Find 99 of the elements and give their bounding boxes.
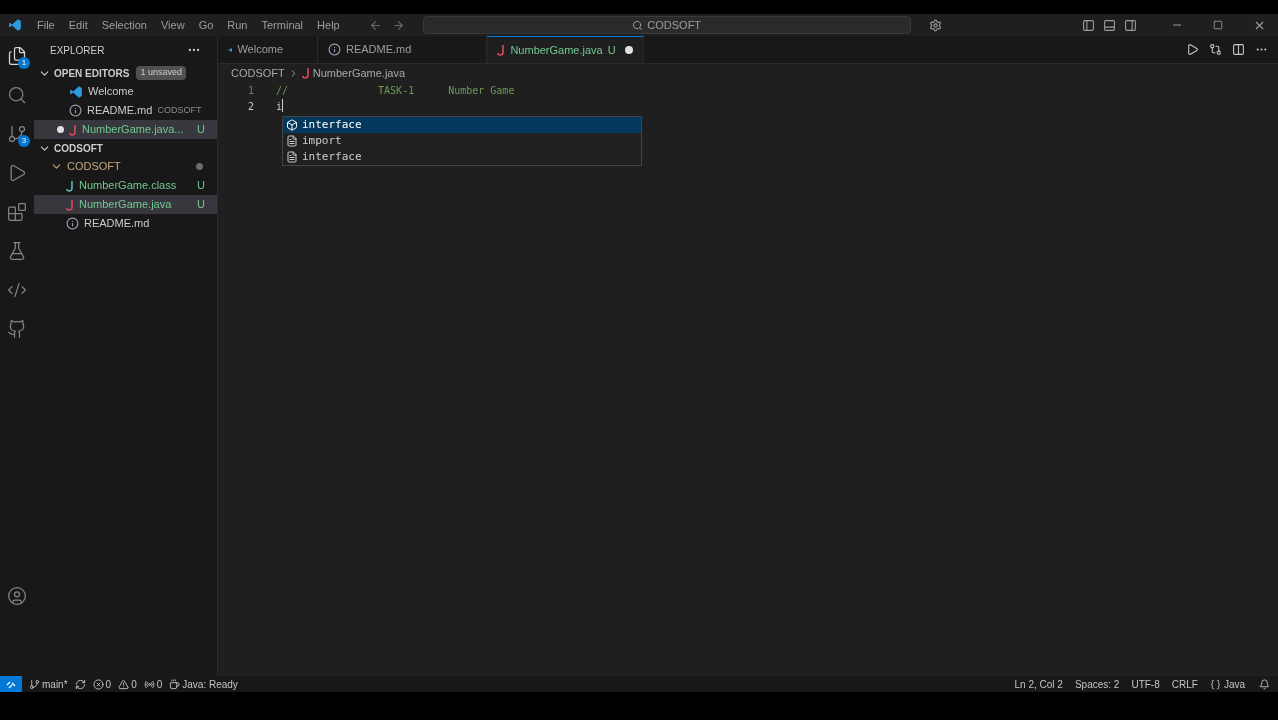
editor-tab[interactable]: NumberGame.java U <box>487 36 644 63</box>
menu-item[interactable]: Terminal <box>254 16 311 34</box>
count-badge: 1 <box>18 57 30 69</box>
menu-item[interactable]: File <box>30 16 62 34</box>
code-editor-logo-icon <box>8 18 22 32</box>
suggestion-item[interactable]: interface <box>283 117 641 133</box>
java-file-icon <box>66 179 74 192</box>
git-status: U <box>197 197 205 213</box>
maximize-icon[interactable] <box>1213 20 1223 30</box>
line-number: 1 <box>246 83 254 98</box>
activity-button[interactable] <box>7 319 27 339</box>
info-icon <box>66 217 79 230</box>
file-name: Welcome <box>88 84 134 100</box>
toggle-secondary-sidebar-icon[interactable] <box>1124 18 1137 32</box>
toggle-panel-icon[interactable] <box>1103 18 1116 32</box>
notification-icon[interactable] <box>1259 678 1270 690</box>
branch-icon[interactable] <box>29 678 40 690</box>
activity-button[interactable] <box>7 280 27 300</box>
panel-title: EXPLORER <box>50 43 106 58</box>
activity-button[interactable]: 3 <box>7 124 27 144</box>
git-status: U <box>197 178 205 194</box>
file-name: README.md <box>84 216 151 232</box>
java-file-icon <box>69 123 77 136</box>
search-icon <box>632 19 644 31</box>
error-icon[interactable] <box>92 678 104 690</box>
code-text: i <box>276 99 283 114</box>
code-editor-logo-icon <box>69 84 83 99</box>
compare-icon[interactable] <box>1209 43 1222 56</box>
status-text[interactable]: 0 <box>156 676 163 692</box>
snippet-icon <box>286 135 298 147</box>
code-comment: // <box>276 83 289 98</box>
text-cursor <box>282 98 284 112</box>
toggle-sidebar-icon[interactable] <box>1082 18 1095 32</box>
section-header[interactable]: CODSOFT <box>34 139 217 157</box>
menu-item[interactable]: Run <box>220 16 255 34</box>
file-name: NumberGame.java <box>79 197 173 213</box>
file-row[interactable]: README.md <box>34 214 217 233</box>
file-name: README.md <box>87 103 153 119</box>
menu-item[interactable]: Help <box>310 16 347 34</box>
folder-name: CODSOFT <box>67 159 122 175</box>
section-header[interactable]: OPEN EDITORS 1 unsaved <box>34 64 217 82</box>
status-text[interactable]: Java <box>1223 676 1245 692</box>
status-text[interactable]: UTF-8 <box>1131 676 1160 692</box>
status-text[interactable]: Java: Ready <box>182 676 238 692</box>
java-file-icon <box>66 198 74 211</box>
run-icon[interactable] <box>1186 43 1199 56</box>
command-center[interactable]: CODSOFT <box>422 16 911 34</box>
open-editor-row[interactable]: Welcome <box>34 82 217 101</box>
file-name: NumberGame.class <box>79 178 178 194</box>
breadcrumb-item[interactable]: CODSOFT <box>231 64 285 82</box>
line-number: 2 <box>246 99 254 114</box>
file-row[interactable]: NumberGame.class U <box>34 176 217 195</box>
activity-button[interactable] <box>7 85 27 105</box>
code-comment: Number Game <box>448 83 515 98</box>
split-editor-icon[interactable] <box>1232 43 1245 56</box>
status-text[interactable]: Ln 2, Col 2 <box>1014 676 1063 692</box>
suggestion-item[interactable]: import <box>283 133 641 149</box>
status-text[interactable]: Spaces: 2 <box>1074 676 1120 692</box>
status-text[interactable]: main* <box>42 676 68 692</box>
menu-item[interactable]: Edit <box>61 16 95 34</box>
status-text[interactable]: 0 <box>131 676 137 692</box>
git-status: U <box>197 122 205 138</box>
account-icon[interactable] <box>7 586 27 606</box>
activity-button[interactable] <box>7 202 27 222</box>
activity-button[interactable] <box>7 241 27 261</box>
workspace-name: CODSOFT <box>647 17 702 33</box>
status-text[interactable]: CRLF <box>1171 676 1198 692</box>
java-file-icon <box>301 67 310 79</box>
coffee-cup-icon[interactable] <box>169 678 181 690</box>
menu-item[interactable]: View <box>153 16 192 34</box>
git-status: U <box>607 42 616 58</box>
java-file-icon <box>497 44 506 56</box>
menu-item[interactable]: Selection <box>94 16 154 34</box>
file-name: NumberGame.java... <box>82 122 184 138</box>
folder-row[interactable]: CODSOFT <box>34 157 217 176</box>
open-editor-row[interactable]: NumberGame.java... U <box>34 120 217 139</box>
suggestion-item[interactable]: interface <box>283 149 641 165</box>
warning-icon[interactable] <box>118 678 130 690</box>
snippet-icon <box>286 151 298 163</box>
breadcrumb-item[interactable]: NumberGame.java <box>312 64 406 82</box>
file-folder: CODSOFT <box>157 103 202 117</box>
status-text[interactable]: 0 <box>105 676 112 692</box>
remote-icon[interactable] <box>0 676 22 692</box>
code-comment: TASK-1 <box>378 83 415 98</box>
unsaved-badge: 1 unsaved <box>136 66 186 80</box>
file-row[interactable]: NumberGame.java U <box>34 195 217 214</box>
open-editor-row[interactable]: README.md CODSOFT <box>34 101 217 120</box>
activity-button[interactable]: 1 <box>7 46 27 66</box>
menu-item[interactable]: Go <box>191 16 221 34</box>
info-icon <box>328 43 341 56</box>
info-icon <box>69 104 82 117</box>
forward-icon[interactable] <box>391 18 405 32</box>
braces-icon[interactable] <box>1209 678 1221 690</box>
antenna-icon[interactable] <box>143 678 155 690</box>
count-badge: 3 <box>18 135 30 147</box>
keyword-icon <box>286 119 298 131</box>
back-icon[interactable] <box>368 18 382 32</box>
sync-icon[interactable] <box>74 678 86 690</box>
editor-tab[interactable]: Welcome <box>218 36 318 63</box>
